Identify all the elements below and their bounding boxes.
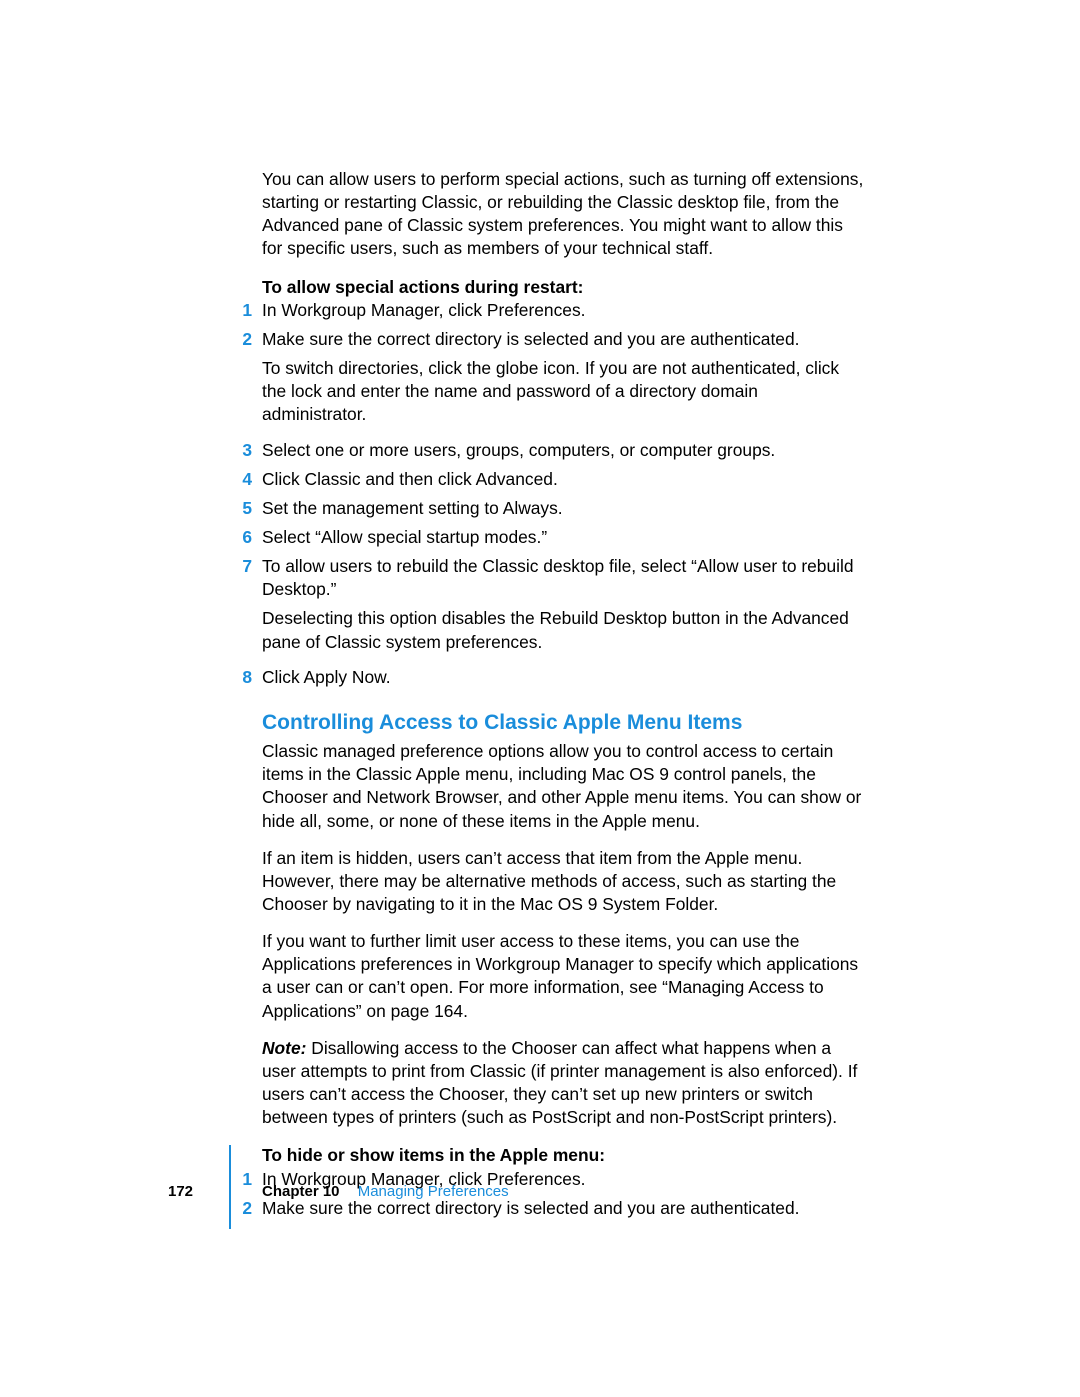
list-item: 3 Select one or more users, groups, comp…	[262, 439, 866, 462]
list-item: 6 Select “Allow special startup modes.”	[262, 526, 866, 549]
body-paragraph: If you want to further limit user access…	[262, 930, 866, 1023]
procedure-heading: To hide or show items in the Apple menu:	[262, 1143, 866, 1167]
list-item: 2 Make sure the correct directory is sel…	[262, 328, 866, 427]
procedure-allow-special-actions: To allow special actions during restart:…	[262, 275, 866, 689]
step-text: Make sure the correct directory is selec…	[262, 1197, 866, 1220]
step-extra-text: Deselecting this option disables the Reb…	[262, 607, 866, 653]
step-number: 3	[242, 439, 262, 462]
list-item: 7 To allow users to rebuild the Classic …	[262, 555, 866, 654]
note-text: Disallowing access to the Chooser can af…	[262, 1038, 857, 1127]
document-page: You can allow users to perform special a…	[0, 0, 1080, 1397]
step-text: Set the management setting to Always.	[262, 497, 866, 520]
list-item: 4 Click Classic and then click Advanced.	[262, 468, 866, 491]
step-text: Click Apply Now.	[262, 666, 866, 689]
procedure-hide-show-apple-menu: To hide or show items in the Apple menu:…	[262, 1143, 866, 1220]
step-text: Select one or more users, groups, comput…	[262, 439, 866, 462]
section-heading-controlling-access: Controlling Access to Classic Apple Menu…	[262, 709, 866, 736]
step-number: 1	[242, 1168, 262, 1191]
intro-paragraph: You can allow users to perform special a…	[262, 168, 866, 261]
step-number: 7	[242, 555, 262, 578]
list-item: 2 Make sure the correct directory is sel…	[262, 1197, 866, 1220]
step-number: 6	[242, 526, 262, 549]
chapter-title: Managing Preferences	[358, 1183, 509, 1200]
step-number: 2	[242, 328, 262, 351]
body-paragraph: If an item is hidden, users can’t access…	[262, 847, 866, 916]
step-number: 1	[242, 299, 262, 322]
footer-chapter-info: Chapter 10 Managing Preferences	[262, 1183, 509, 1200]
chapter-label: Chapter 10	[262, 1183, 340, 1200]
procedure-heading: To allow special actions during restart:	[262, 275, 866, 299]
step-number: 2	[242, 1197, 262, 1220]
page-number: 172	[168, 1183, 193, 1200]
note-paragraph: Note: Disallowing access to the Chooser …	[262, 1037, 866, 1130]
list-item: 5 Set the management setting to Always.	[262, 497, 866, 520]
step-text: To allow users to rebuild the Classic de…	[262, 555, 866, 601]
step-text: Click Classic and then click Advanced.	[262, 468, 866, 491]
note-label: Note:	[262, 1038, 311, 1058]
step-extra-text: To switch directories, click the globe i…	[262, 357, 866, 426]
step-text: In Workgroup Manager, click Preferences.	[262, 299, 866, 322]
list-item: 8 Click Apply Now.	[262, 666, 866, 689]
step-number: 5	[242, 497, 262, 520]
body-paragraph: Classic managed preference options allow…	[262, 740, 866, 833]
step-number: 8	[242, 666, 262, 689]
step-number: 4	[242, 468, 262, 491]
footer-divider	[229, 1145, 231, 1229]
step-text: Select “Allow special startup modes.”	[262, 526, 866, 549]
page-content: You can allow users to perform special a…	[262, 168, 866, 1238]
step-text: Make sure the correct directory is selec…	[262, 328, 866, 351]
list-item: 1 In Workgroup Manager, click Preference…	[262, 299, 866, 322]
step-list: 1 In Workgroup Manager, click Preference…	[262, 299, 866, 689]
